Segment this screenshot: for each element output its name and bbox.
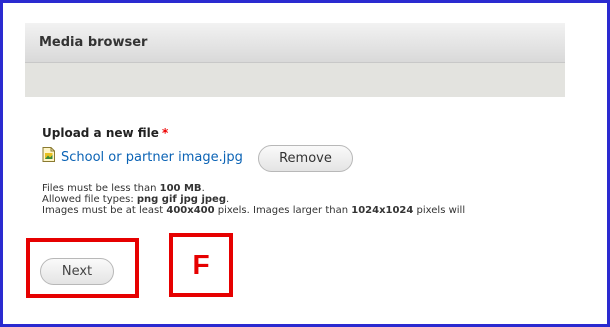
- remove-button[interactable]: Remove: [258, 145, 353, 172]
- dialog-title: Media browser: [39, 35, 148, 50]
- annotation-letter: F: [192, 249, 210, 280]
- screenshot-frame: Media browser Upload a new file * School …: [0, 0, 610, 327]
- uploaded-file-link[interactable]: School or partner image.jpg: [61, 150, 243, 165]
- uploaded-file-row: School or partner image.jpg Remove: [42, 145, 382, 173]
- help-dims-max: 1024x1024: [351, 205, 414, 216]
- help-dims-mid: pixels. Images larger than: [214, 205, 352, 216]
- image-file-icon: [42, 147, 55, 162]
- upload-field-label: Upload a new file *: [42, 126, 168, 140]
- help-types-suffix: .: [225, 194, 230, 205]
- help-types-value: png gif jpg jpeg: [136, 194, 226, 205]
- help-dims-suffix: pixels will: [413, 205, 466, 216]
- next-highlight-box: [26, 238, 139, 298]
- annotation-marker-f: F: [169, 233, 233, 297]
- help-dims-prefix: Images must be at least: [42, 205, 167, 216]
- upload-label-text: Upload a new file: [42, 126, 159, 140]
- help-size-value: 100 MB: [159, 183, 202, 194]
- help-dims-min: 400x400: [166, 205, 215, 216]
- help-size-prefix: Files must be less than: [42, 183, 160, 194]
- dialog-title-bar: Media browser: [25, 23, 565, 63]
- required-marker: *: [161, 126, 169, 140]
- help-size-line: Files must be less than 100 MB.: [42, 183, 562, 194]
- dialog-tab-bar: [25, 63, 565, 97]
- upload-help-text: Files must be less than 100 MB. Allowed …: [42, 183, 562, 216]
- help-size-suffix: .: [201, 183, 205, 194]
- help-types-prefix: Allowed file types:: [42, 194, 137, 205]
- help-types-line: Allowed file types: png gif jpg jpeg.: [42, 194, 562, 205]
- help-dims-line: Images must be at least 400x400 pixels. …: [42, 205, 562, 216]
